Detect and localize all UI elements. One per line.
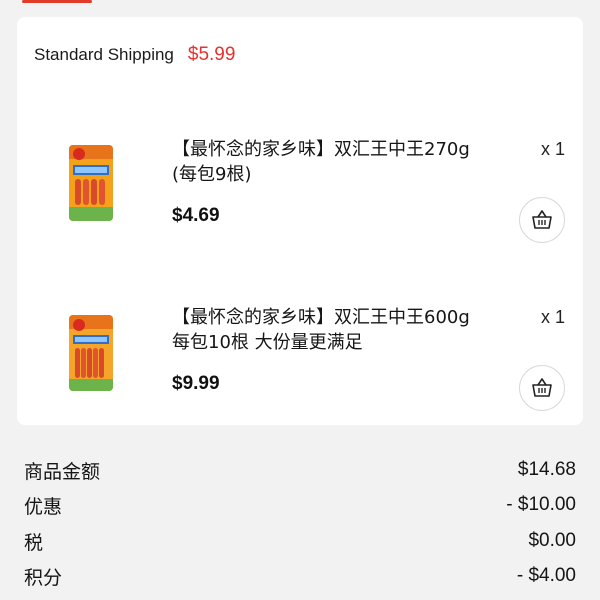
summary-row-subtotal: 商品金额 $14.68: [24, 455, 576, 485]
summary-value: $14.68: [517, 459, 576, 480]
basket-icon: [532, 210, 552, 229]
shipping-label: Standard Shipping: [34, 45, 174, 64]
summary-value: - $4.00: [516, 565, 576, 586]
shipping-price: $5.99: [187, 44, 236, 65]
cart-item[interactable]: 【最怀念的家乡味】双汇王中王600g 每包10根 大份量更满足 x 1 $9.9…: [17, 275, 583, 445]
sausage-pack-icon: [69, 315, 113, 391]
summary-value: $0.00: [528, 530, 576, 551]
top-strip: [0, 0, 600, 6]
summary-label: 积分: [24, 566, 63, 589]
summary-row-points: 积分 - $4.00: [24, 561, 576, 591]
product-price: $4.69: [172, 205, 220, 226]
accent-bar: [22, 0, 92, 3]
cart-item[interactable]: 【最怀念的家乡味】双汇王中王270g (每包9根) x 1 $4.69: [17, 107, 583, 277]
shipping-row: Standard Shipping $5.99: [34, 41, 235, 69]
summary-label: 商品金额: [24, 460, 101, 483]
product-title-line1: 【最怀念的家乡味】双汇王中王600g: [172, 307, 470, 328]
product-image[interactable]: [69, 315, 113, 391]
summary-row-tax: 税 $0.00: [24, 526, 576, 556]
quantity-label: x 1: [540, 307, 565, 327]
product-price: $9.99: [172, 373, 220, 394]
quantity-label: x 1: [540, 139, 565, 159]
product-image[interactable]: [69, 145, 113, 221]
add-to-cart-button[interactable]: [519, 365, 565, 411]
sausage-pack-icon: [69, 145, 113, 221]
summary-label: 优惠: [24, 495, 63, 518]
summary-row-discount: 优惠 - $10.00: [24, 490, 576, 520]
product-title-line1: 【最怀念的家乡味】双汇王中王270g: [172, 139, 470, 160]
product-title[interactable]: 【最怀念的家乡味】双汇王中王270g (每包9根): [172, 137, 512, 187]
product-title-line2: 每包10根 大份量更满足: [172, 332, 363, 353]
basket-icon: [532, 378, 552, 397]
product-title[interactable]: 【最怀念的家乡味】双汇王中王600g 每包10根 大份量更满足: [172, 305, 512, 355]
summary-label: 税: [24, 531, 44, 554]
order-card: Standard Shipping $5.99 【最怀念的家乡味】双汇王中王27…: [17, 17, 583, 425]
product-title-line2: (每包9根): [172, 164, 252, 185]
add-to-cart-button[interactable]: [519, 197, 565, 243]
summary-value: - $10.00: [506, 494, 576, 515]
